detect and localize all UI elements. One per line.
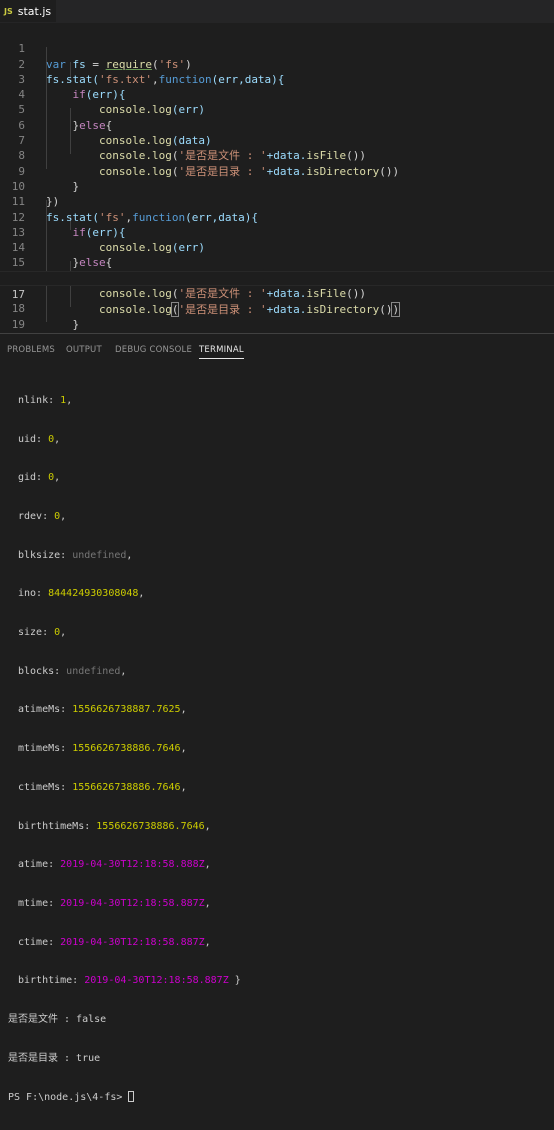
terminal-line: ctimeMs: 1556626738886.7646, bbox=[18, 781, 187, 793]
terminal-line: atimeMs: 1556626738887.7625, bbox=[18, 704, 187, 716]
javascript-file-icon: JS bbox=[4, 6, 13, 16]
code-line: 4 console.log(err) bbox=[0, 72, 554, 116]
code-line: 12 if(err){ bbox=[0, 194, 554, 239]
code-line: 9 } bbox=[0, 148, 554, 193]
terminal-output[interactable]: nlink: 1, uid: 0, gid: 0, rdev: 0, blksi… bbox=[0, 369, 554, 1130]
code-line: 3 if(err){ bbox=[0, 57, 554, 101]
terminal-line: gid: 0, bbox=[18, 472, 61, 484]
tab-filename: stat.js bbox=[17, 4, 52, 18]
terminal-line: ino: 844424930308048, bbox=[18, 588, 145, 600]
terminal-line: mtimeMs: 1556626738886.7646, bbox=[18, 743, 187, 755]
code-line: 1 var fs = require('fs') bbox=[0, 26, 554, 70]
bottom-panel: PROBLEMS OUTPUT DEBUG CONSOLE TERMINAL n… bbox=[0, 333, 554, 1103]
editor-tab-bar: JS stat.js bbox=[0, 0, 554, 23]
code-line: 6 console.log(data) bbox=[0, 103, 554, 147]
code-line: 13 console.log(err) bbox=[0, 210, 554, 254]
terminal-line: blocks: undefined, bbox=[18, 665, 127, 677]
code-line: 11 fs.stat('fs',function(err,data){ bbox=[0, 179, 554, 223]
tab-output[interactable]: OUTPUT bbox=[66, 345, 102, 355]
terminal-line: atime: 2019-04-30T12:18:58.888Z, bbox=[18, 859, 211, 871]
code-line: 14 }else{ bbox=[0, 225, 554, 269]
tab-stat-js[interactable]: JS stat.js bbox=[0, 0, 56, 22]
code-line: 10 }) bbox=[0, 164, 554, 208]
code-line: 16 console.log('是否是文件 : '+data.isFile()) bbox=[0, 256, 554, 300]
terminal-prompt-line[interactable]: PS F:\node.js\4-fs> bbox=[0, 1091, 554, 1104]
terminal-line: ctime: 2019-04-30T12:18:58.887Z, bbox=[18, 936, 211, 948]
terminal-prompt: PS F:\node.js\4-fs> bbox=[8, 1092, 129, 1104]
code-line: 18 } bbox=[0, 286, 554, 330]
terminal-line: birthtimeMs: 1556626738886.7646, bbox=[18, 820, 211, 832]
tab-problems[interactable]: PROBLEMS bbox=[7, 345, 55, 355]
code-line: 20 bbox=[0, 317, 554, 346]
terminal-line: nlink: 1, bbox=[18, 394, 73, 406]
code-line: 5 }else{ bbox=[0, 87, 554, 131]
terminal-line: blksize: undefined, bbox=[18, 549, 133, 561]
code-line: 15 console.log(data) bbox=[0, 240, 554, 284]
terminal-line: size: 0, bbox=[18, 627, 67, 639]
terminal-line: uid: 0, bbox=[18, 433, 61, 445]
terminal-line: mtime: 2019-04-30T12:18:58.887Z, bbox=[18, 897, 211, 909]
code-line-current: 17 console.log('是否是目录 : '+data.isDirecto… bbox=[0, 270, 554, 318]
code-line: 19 }) bbox=[0, 301, 554, 346]
terminal-cursor bbox=[128, 1091, 135, 1103]
terminal-line: birthtime: 2019-04-30T12:18:58.887Z } bbox=[18, 975, 241, 987]
terminal-line: 是否是目录 : true bbox=[8, 1052, 101, 1064]
tab-terminal[interactable]: TERMINAL bbox=[199, 345, 244, 359]
code-line: 7 console.log('是否是文件 : '+data.isFile()) bbox=[0, 118, 554, 162]
code-editor[interactable]: 1 var fs = require('fs') 2 fs.stat('fs.t… bbox=[0, 24, 554, 346]
terminal-line: rdev: 0, bbox=[18, 510, 67, 522]
tab-debug-console[interactable]: DEBUG CONSOLE bbox=[115, 345, 192, 355]
code-line: 2 fs.stat('fs.txt',function(err,data){ bbox=[0, 41, 554, 86]
code-line: 8 console.log('是否是目录 : '+data.isDirector… bbox=[0, 133, 554, 177]
terminal-line: 是否是文件 : false bbox=[8, 1014, 107, 1026]
panel-tabs: PROBLEMS OUTPUT DEBUG CONSOLE TERMINAL bbox=[0, 334, 554, 364]
